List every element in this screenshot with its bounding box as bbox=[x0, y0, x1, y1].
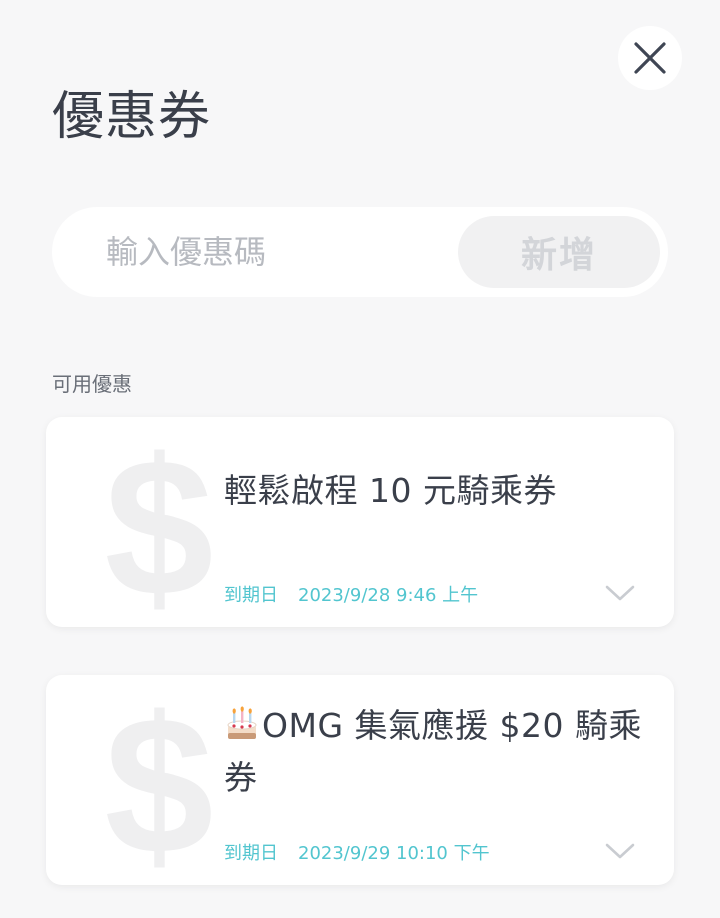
expiry-label: 到期日 bbox=[224, 843, 278, 864]
expiry-date: 2023/9/28 9:46 上午 bbox=[298, 585, 479, 606]
expiry-label: 到期日 bbox=[224, 585, 278, 606]
coupon-title: OMG 集氣應援 $20 騎乘券 bbox=[224, 700, 644, 804]
coupon-expiry: 到期日 2023/9/29 10:10 下午 bbox=[224, 841, 490, 867]
coupon-title: 輕鬆啟程 10 元騎乘券 bbox=[224, 471, 557, 510]
page-title: 優惠券 bbox=[52, 87, 212, 147]
svg-text:$: $ bbox=[104, 437, 213, 613]
chevron-down-icon[interactable] bbox=[604, 583, 636, 603]
close-button[interactable] bbox=[618, 26, 682, 90]
promo-code-bar: 新增 bbox=[52, 207, 668, 297]
coupon-expiry: 到期日 2023/9/28 9:46 上午 bbox=[224, 583, 478, 609]
cake-icon bbox=[227, 706, 257, 739]
coupon-card[interactable]: $ OMG 集氣應援 $20 騎乘券 到期日 2023/9/29 10:10 下午 bbox=[46, 675, 674, 885]
coupon-page: 優惠券 新增 可用優惠 $ 輕鬆啟程 10 元騎乘券 到期日 2023/9/28 … bbox=[0, 0, 720, 918]
section-label: 可用優惠 bbox=[52, 372, 132, 396]
close-icon bbox=[634, 42, 666, 74]
chevron-down-icon[interactable] bbox=[604, 841, 636, 861]
coupon-title-text: OMG 集氣應援 $20 騎乘券 bbox=[224, 706, 642, 797]
expiry-date: 2023/9/29 10:10 下午 bbox=[298, 843, 490, 864]
promo-code-input[interactable] bbox=[106, 223, 446, 281]
coupon-card[interactable]: $ 輕鬆啟程 10 元騎乘券 到期日 2023/9/28 9:46 上午 bbox=[46, 417, 674, 627]
svg-text:$: $ bbox=[104, 695, 213, 871]
add-promo-button[interactable]: 新增 bbox=[458, 216, 660, 288]
